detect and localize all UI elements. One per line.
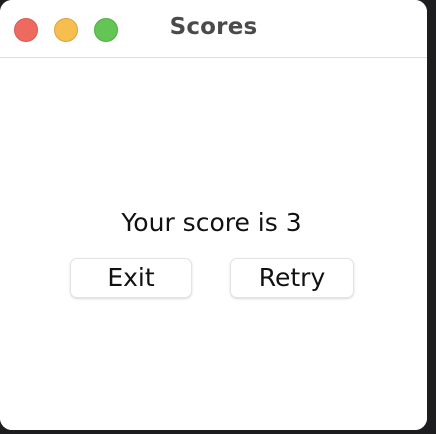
window-title: Scores — [169, 14, 258, 40]
scores-window: Scores Your score is 3 Exit Retry — [0, 0, 427, 430]
retry-button[interactable]: Retry — [230, 258, 354, 298]
score-message: Your score is 3 — [121, 208, 302, 237]
dialog-content: Your score is 3 Exit Retry — [0, 58, 427, 430]
exit-button[interactable]: Exit — [70, 258, 192, 298]
title-bar: Scores — [0, 0, 427, 58]
